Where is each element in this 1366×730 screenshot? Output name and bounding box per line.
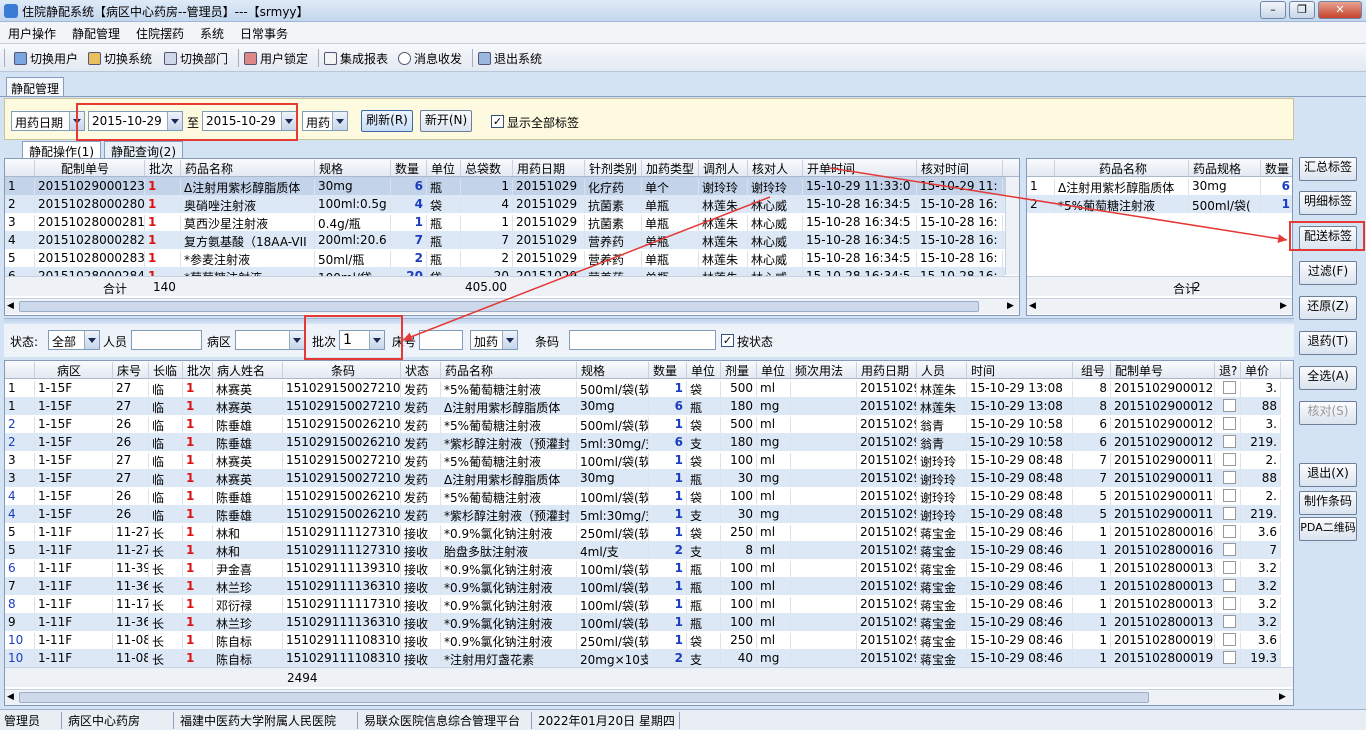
status-hospital: 福建中医药大学附属人民医院 — [176, 712, 358, 729]
arrow-to-delivery-label — [829, 167, 1288, 244]
status-department: 病区中心药房 — [64, 712, 174, 729]
status-role: 管理员 — [0, 712, 62, 729]
status-date: 2022年01月20日 星期四 — [534, 712, 680, 729]
status-bar: 管理员 病区中心药房 福建中医药大学附属人民医院 易联众医院信息综合管理平台 2… — [0, 709, 1366, 730]
arrow-to-batch — [402, 196, 771, 341]
annotation-arrows — [402, 167, 1288, 341]
status-platform: 易联众医院信息综合管理平台 — [360, 712, 532, 729]
